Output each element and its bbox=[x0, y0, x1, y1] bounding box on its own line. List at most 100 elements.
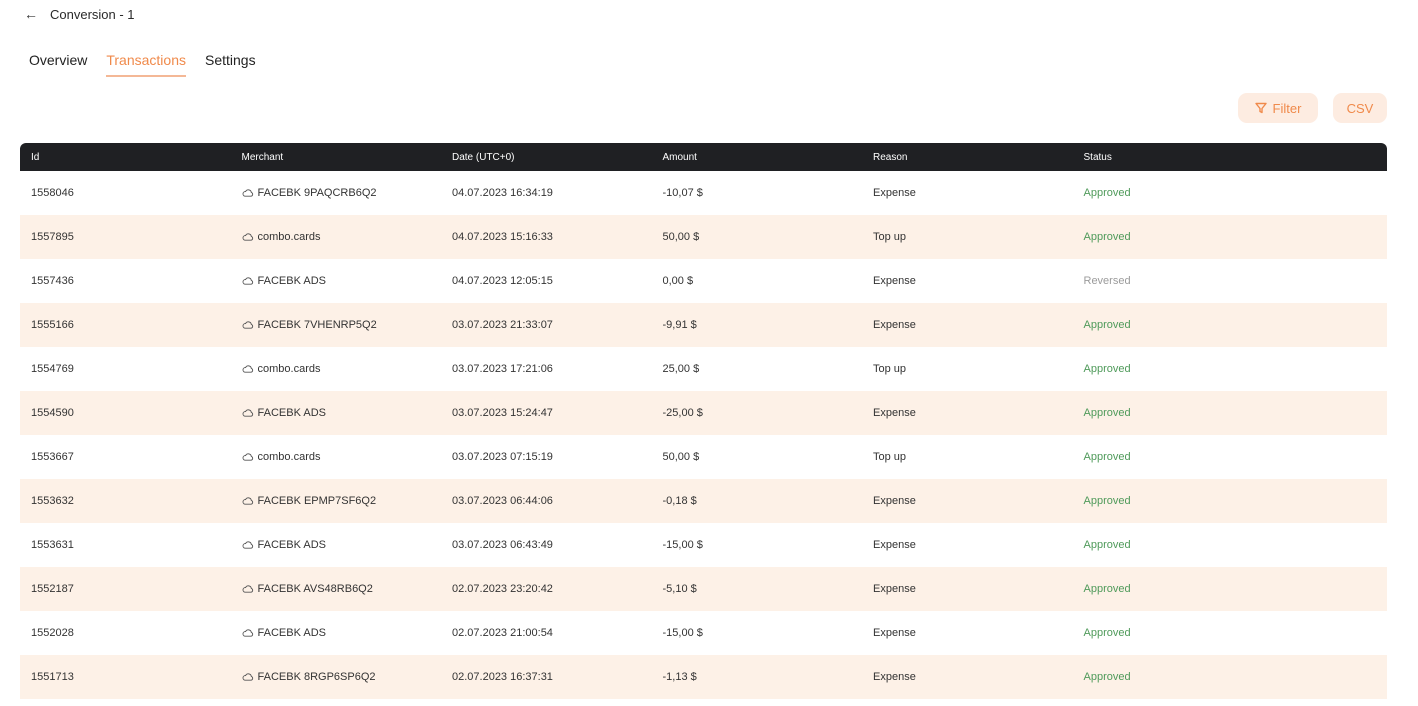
column-header-amount: Amount bbox=[662, 151, 697, 163]
status-badge: Approved bbox=[1083, 407, 1131, 419]
table-row[interactable]: 1557436 FACEBK ADS 04.07.2023 12:05:15 0,00… bbox=[20, 259, 1387, 303]
transaction-reason: Top up bbox=[873, 231, 907, 243]
transaction-reason: Expense bbox=[873, 495, 916, 507]
table-row[interactable]: 1555166 FACEBK 7VHENRP5Q2 03.07.2023 21:33… bbox=[20, 303, 1387, 347]
merchant-name: combo.cards bbox=[257, 231, 321, 243]
transaction-reason: Expense bbox=[873, 539, 916, 551]
merchant-cell: FACEBK ADS bbox=[231, 407, 442, 419]
table-row[interactable]: 1553632 FACEBK EPMP7SF6Q2 03.07.2023 06:44… bbox=[20, 479, 1387, 523]
cloud-icon bbox=[242, 497, 254, 505]
transaction-amount: -5,10 $ bbox=[662, 583, 697, 595]
cloud-icon bbox=[242, 629, 254, 637]
transaction-reason: Expense bbox=[873, 407, 916, 419]
column-header-id: Id bbox=[31, 151, 40, 163]
cloud-icon bbox=[242, 409, 254, 417]
status-badge: Approved bbox=[1083, 187, 1131, 199]
table-body: 1558046 FACEBK 9PAQCRB6Q2 04.07.2023 16:34… bbox=[20, 171, 1387, 699]
table-row[interactable]: 1557895 combo.cards 04.07.2023 15:16:33 50,… bbox=[20, 215, 1387, 259]
table-row[interactable]: 1554590 FACEBK ADS 03.07.2023 15:24:47 -25,… bbox=[20, 391, 1387, 435]
transaction-date: 03.07.2023 06:44:06 bbox=[452, 495, 553, 507]
transaction-id: 1557436 bbox=[31, 275, 74, 287]
merchant-cell: FACEBK EPMP7SF6Q2 bbox=[231, 495, 442, 507]
cloud-icon bbox=[242, 277, 254, 285]
merchant-cell: combo.cards bbox=[231, 363, 442, 375]
table-row[interactable]: 1553631 FACEBK ADS 03.07.2023 06:43:49 -15,… bbox=[20, 523, 1387, 567]
status-badge: Approved bbox=[1083, 319, 1131, 331]
merchant-name: FACEBK 8RGP6SP6Q2 bbox=[257, 671, 376, 683]
transaction-date: 04.07.2023 12:05:15 bbox=[452, 275, 553, 287]
table-row[interactable]: 1553667 combo.cards 03.07.2023 07:15:19 50,… bbox=[20, 435, 1387, 479]
transaction-amount: 50,00 $ bbox=[662, 451, 700, 463]
merchant-name: FACEBK 9PAQCRB6Q2 bbox=[257, 187, 377, 199]
status-badge: Approved bbox=[1083, 627, 1131, 639]
transaction-date: 04.07.2023 16:34:19 bbox=[452, 187, 553, 199]
transaction-date: 03.07.2023 06:43:49 bbox=[452, 539, 553, 551]
merchant-name: FACEBK ADS bbox=[257, 275, 326, 287]
status-badge: Approved bbox=[1083, 231, 1131, 243]
table-row[interactable]: 1551713 FACEBK 8RGP6SP6Q2 02.07.2023 16:37… bbox=[20, 655, 1387, 699]
transaction-reason: Expense bbox=[873, 275, 916, 287]
arrow-left-icon[interactable]: ← bbox=[24, 6, 38, 22]
merchant-cell: FACEBK ADS bbox=[231, 275, 442, 287]
status-badge: Reversed bbox=[1083, 275, 1131, 287]
csv-export-button[interactable]: CSV bbox=[1333, 93, 1387, 123]
transaction-id: 1555166 bbox=[31, 319, 74, 331]
transaction-amount: -15,00 $ bbox=[662, 627, 703, 639]
transaction-amount: 25,00 $ bbox=[662, 363, 700, 375]
merchant-name: FACEBK ADS bbox=[257, 539, 326, 551]
transaction-date: 03.07.2023 07:15:19 bbox=[452, 451, 553, 463]
transaction-amount: -15,00 $ bbox=[662, 539, 703, 551]
transaction-date: 03.07.2023 21:33:07 bbox=[452, 319, 553, 331]
transaction-id: 1553631 bbox=[31, 539, 74, 551]
filter-button-label: Filter bbox=[1272, 100, 1302, 116]
transaction-reason: Expense bbox=[873, 319, 916, 331]
transaction-amount: -0,18 $ bbox=[662, 495, 697, 507]
merchant-name: FACEBK ADS bbox=[257, 407, 326, 419]
tab-overview[interactable]: Overview bbox=[29, 52, 87, 77]
transaction-reason: Expense bbox=[873, 187, 916, 199]
transaction-date: 02.07.2023 23:20:42 bbox=[452, 583, 553, 595]
transaction-date: 02.07.2023 16:37:31 bbox=[452, 671, 553, 683]
table-row[interactable]: 1552028 FACEBK ADS 02.07.2023 21:00:54 -15,… bbox=[20, 611, 1387, 655]
status-badge: Approved bbox=[1083, 539, 1131, 551]
cloud-icon bbox=[242, 673, 254, 681]
merchant-name: FACEBK ADS bbox=[257, 627, 326, 639]
tab-transactions[interactable]: Transactions bbox=[106, 52, 186, 77]
table-row[interactable]: 1554769 combo.cards 03.07.2023 17:21:06 25,… bbox=[20, 347, 1387, 391]
table-row[interactable]: 1552187 FACEBK AVS48RB6Q2 02.07.2023 23:20… bbox=[20, 567, 1387, 611]
tab-settings[interactable]: Settings bbox=[205, 52, 256, 77]
merchant-cell: FACEBK ADS bbox=[231, 627, 442, 639]
transaction-id: 1557895 bbox=[31, 231, 74, 243]
tab-bar: Overview Transactions Settings bbox=[29, 52, 256, 77]
column-header-reason: Reason bbox=[873, 151, 908, 163]
column-header-merchant: Merchant bbox=[241, 151, 284, 163]
cloud-icon bbox=[242, 321, 254, 329]
transaction-amount: -9,91 $ bbox=[662, 319, 697, 331]
transaction-id: 1553632 bbox=[31, 495, 74, 507]
cloud-icon bbox=[242, 453, 254, 461]
transaction-id: 1551713 bbox=[31, 671, 74, 683]
toolbar: Filter CSV bbox=[1238, 93, 1387, 123]
filter-button[interactable]: Filter bbox=[1238, 93, 1318, 123]
merchant-cell: FACEBK 8RGP6SP6Q2 bbox=[231, 671, 442, 683]
column-header-date: Date (UTC+0) bbox=[452, 151, 515, 163]
transaction-reason: Expense bbox=[873, 671, 916, 683]
cloud-icon bbox=[242, 189, 254, 197]
transaction-amount: -25,00 $ bbox=[662, 407, 703, 419]
transaction-reason: Top up bbox=[873, 363, 907, 375]
transaction-amount: 50,00 $ bbox=[662, 231, 700, 243]
table-row[interactable]: 1558046 FACEBK 9PAQCRB6Q2 04.07.2023 16:34… bbox=[20, 171, 1387, 215]
filter-icon bbox=[1254, 102, 1267, 114]
page-title: Conversion - 1 bbox=[50, 6, 135, 22]
column-header-status: Status bbox=[1083, 151, 1112, 163]
cloud-icon bbox=[242, 541, 254, 549]
transaction-reason: Expense bbox=[873, 627, 916, 639]
merchant-name: FACEBK 7VHENRP5Q2 bbox=[257, 319, 377, 331]
transactions-table: Id Merchant Date (UTC+0) Amount Reason S… bbox=[20, 143, 1387, 699]
merchant-cell: FACEBK 7VHENRP5Q2 bbox=[231, 319, 442, 331]
cloud-icon bbox=[242, 365, 254, 373]
transaction-reason: Top up bbox=[873, 451, 907, 463]
transaction-date: 04.07.2023 15:16:33 bbox=[452, 231, 553, 243]
status-badge: Approved bbox=[1083, 583, 1131, 595]
transaction-amount: 0,00 $ bbox=[662, 275, 694, 287]
